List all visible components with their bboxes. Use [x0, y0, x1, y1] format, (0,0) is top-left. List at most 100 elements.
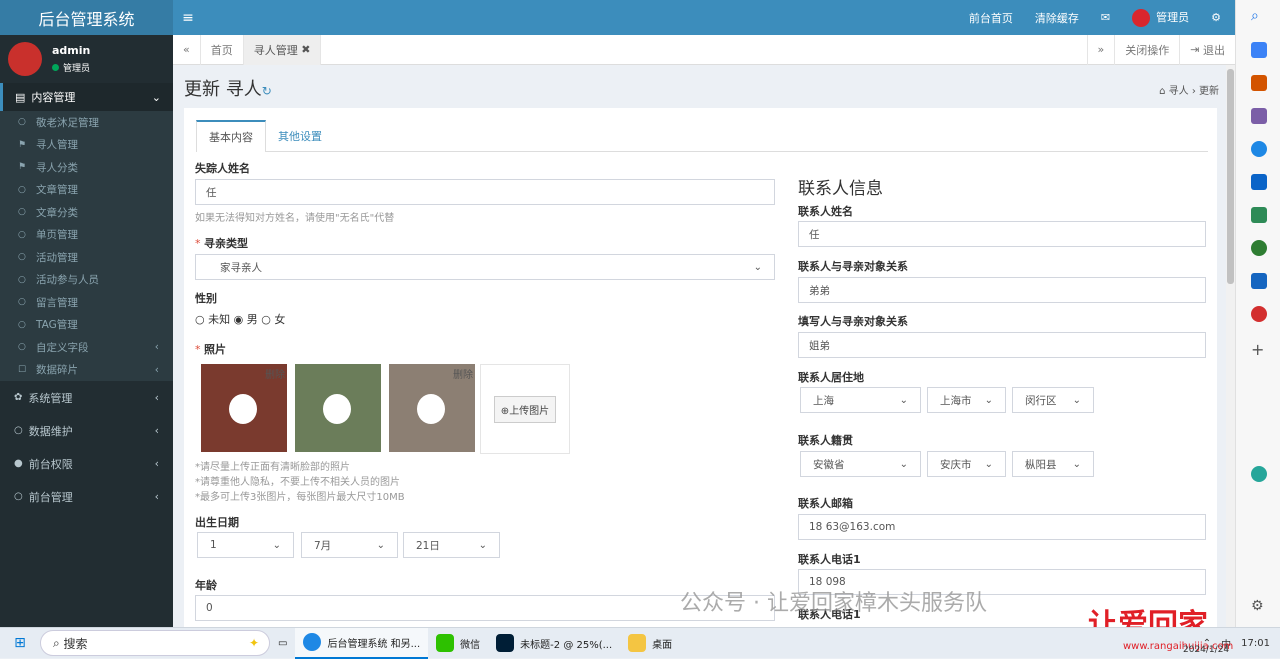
photo-delete-button[interactable]: 删除 [453, 366, 473, 381]
add-icon[interactable]: + [1251, 340, 1267, 359]
sidebar-item-messages[interactable]: ○ 留言管理 [0, 291, 173, 314]
photo-thumbnail[interactable]: 删除 [201, 364, 287, 452]
sidebar-item-custom-fields[interactable]: ○ 自定义字段 ‹ [0, 336, 173, 359]
clear-cache-link[interactable]: 清除缓存 [1035, 10, 1079, 26]
residence-province-select[interactable]: 上海 ⌄ [800, 387, 921, 413]
birth-day-select[interactable]: 21日 ⌄ [403, 532, 500, 558]
send-icon[interactable] [1251, 207, 1267, 223]
sidebar-item-pages[interactable]: ○ 单页管理 [0, 224, 173, 247]
sidebar-item-search-category[interactable]: ⚑ 寻人分类 [0, 156, 173, 179]
home-icon[interactable]: ⌂ [1159, 86, 1165, 97]
chevron-left-icon: ‹ [154, 490, 159, 503]
radio-male[interactable]: ◉ 男 [234, 313, 258, 326]
photoshop-icon [496, 634, 515, 652]
windows-start-icon[interactable]: ⊞ [0, 628, 40, 659]
birth-year-select[interactable]: 1 ⌄ [197, 532, 294, 558]
sidebar-item-tags[interactable]: ○ TAG管理 [0, 314, 173, 337]
tag-icon[interactable] [1251, 42, 1267, 58]
search-type-select[interactable]: 家寻亲人 ⌄ [195, 254, 775, 280]
logout-button[interactable]: ⇥ 退出 [1179, 34, 1235, 65]
clock[interactable]: 17:01 [1241, 638, 1270, 649]
sidebar-item-events[interactable]: ○ 活动管理 [0, 246, 173, 269]
gender-label: 性别 [195, 292, 217, 305]
tabs-scroll-right-icon[interactable]: » [1086, 34, 1115, 65]
taskbar-search[interactable]: ⌕ 搜索 ✦ [40, 630, 270, 656]
search-icon[interactable]: ⌕ [1251, 8, 1267, 24]
native-county-select[interactable]: 枞阳县 ⌄ [1012, 451, 1094, 477]
tab-search-person[interactable]: 寻人管理 ✖ [243, 34, 322, 65]
avatar [1132, 8, 1151, 27]
filler-relation-input[interactable]: 姐弟 [798, 332, 1206, 358]
task-view-icon[interactable]: ▭ [270, 628, 295, 659]
taskbar-app-wechat[interactable]: 微信 [428, 628, 488, 659]
scrollbar-thumb[interactable] [1227, 69, 1234, 284]
email-input[interactable]: 18 63@163.com [798, 514, 1206, 540]
filler-relation-label: 填写人与寻亲对象关系 [798, 315, 908, 328]
radio-unknown[interactable]: ○ 未知 [195, 313, 230, 326]
outlook-icon[interactable] [1251, 174, 1267, 190]
sidebar-item-event-participants[interactable]: ○ 活动参与人员 [0, 269, 173, 292]
photo-delete-button[interactable]: 删除 [265, 366, 285, 381]
copilot-icon[interactable] [1251, 466, 1267, 482]
edge-icon[interactable] [1251, 273, 1267, 289]
sidebar-section-label: 内容管理 [31, 91, 76, 104]
refresh-icon[interactable]: ↻ [262, 84, 272, 98]
chevron-down-icon: ⌄ [1072, 394, 1081, 406]
heart-icon[interactable] [1251, 306, 1267, 322]
taskbar-app-photoshop[interactable]: 未标题-2 @ 25%(... [488, 628, 620, 659]
chevron-down-icon: ⌄ [984, 458, 993, 470]
contact-relation-input[interactable]: 弟弟 [798, 277, 1206, 303]
tab-basic-content[interactable]: 基本内容 [196, 120, 266, 152]
sidebar-item-data-maintenance[interactable]: ○ 数据维护 ‹ [0, 414, 173, 447]
tree-icon[interactable] [1251, 240, 1267, 256]
close-icon[interactable]: ✖ [301, 43, 310, 56]
radio-label: 未知 [208, 313, 231, 326]
tabs-scroll-left-icon[interactable]: « [173, 34, 201, 65]
sidebar-section-content[interactable]: ▤ 内容管理 ⌄ [0, 83, 173, 111]
close-operations-button[interactable]: 关闭操作 [1114, 34, 1179, 65]
app-logo[interactable]: 后台管理系统 [0, 0, 173, 35]
sidebar-item-search-person[interactable]: ⚑ 寻人管理 [0, 134, 173, 157]
sidebar-item-frontend-management[interactable]: ○ 前台管理 ‹ [0, 480, 173, 513]
page-scrollbar[interactable] [1226, 65, 1235, 627]
residence-city-select[interactable]: 上海市 ⌄ [927, 387, 1006, 413]
sidebar-item-articles[interactable]: ○ 文章管理 [0, 179, 173, 202]
menu-toggle-icon[interactable]: ≡ [173, 10, 203, 26]
sidebar-item-article-category[interactable]: ○ 文章分类 [0, 201, 173, 224]
taskbar-app-desktop[interactable]: 桌面 [620, 628, 680, 659]
user-name: admin [52, 44, 91, 57]
tabs-bar: « 首页 寻人管理 ✖ » 关闭操作 ⇥ 退出 [173, 34, 1235, 65]
native-province-select[interactable]: 安徽省 ⌄ [800, 451, 921, 477]
native-city-select[interactable]: 安庆市 ⌄ [927, 451, 1006, 477]
people-icon[interactable] [1251, 108, 1267, 124]
breadcrumb-text[interactable]: 寻人 › 更新 [1169, 86, 1219, 97]
residence-district-select[interactable]: 闵行区 ⌄ [1012, 387, 1094, 413]
taskbar-app-browser[interactable]: 后台管理系统 和另... [295, 627, 429, 659]
briefcase-icon[interactable] [1251, 75, 1267, 91]
edge-icon [303, 633, 322, 651]
photo-thumbnail[interactable] [295, 364, 381, 452]
sidebar-item-elderly-foot[interactable]: ○ 敬老沐足管理 [0, 111, 173, 134]
missing-name-input[interactable]: 任 [195, 179, 775, 205]
frontend-home-link[interactable]: 前台首页 [969, 10, 1013, 26]
sidebar-item-system[interactable]: ✿ 系统管理 ‹ [0, 381, 173, 414]
wechat-icon [436, 634, 455, 652]
photo-thumbnail[interactable]: 删除 [389, 364, 475, 452]
sidebar-item-frontend-permissions[interactable]: ● 前台权限 ‹ [0, 447, 173, 480]
office-icon[interactable] [1251, 141, 1267, 157]
gear-icon[interactable]: ⚙ [1251, 598, 1267, 614]
tab-home[interactable]: 首页 [201, 34, 244, 65]
sidebar-item-label: 自定义字段 [36, 341, 89, 354]
radio-female[interactable]: ○ 女 [261, 313, 285, 326]
search-icon: ⌕ [53, 635, 64, 650]
user-icon: ● [14, 458, 23, 469]
contact-name-input[interactable]: 任 [798, 221, 1206, 247]
tab-other-settings[interactable]: 其他设置 [266, 120, 334, 152]
birth-month-select[interactable]: 7月 ⌄ [301, 532, 398, 558]
sidebar-item-data-fragments[interactable]: ☐ 数据碎片 ‹ [0, 359, 173, 382]
user-menu[interactable]: 管理员 [1132, 8, 1189, 27]
settings-icon[interactable]: ⚙ [1211, 11, 1221, 24]
upload-image-button[interactable]: ⊕上传图片 [493, 395, 557, 423]
mail-icon[interactable]: ✉ [1101, 11, 1110, 24]
sparkle-icon: ✦ [248, 636, 259, 650]
